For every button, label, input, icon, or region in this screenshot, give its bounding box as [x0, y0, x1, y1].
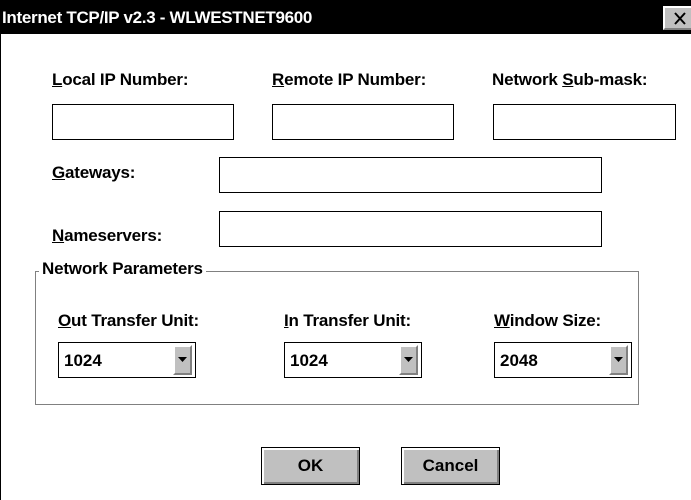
- cancel-button[interactable]: Cancel: [401, 447, 500, 485]
- subnet-mask-field[interactable]: [493, 104, 676, 140]
- close-x-icon: [674, 12, 686, 25]
- network-parameters-group: [35, 271, 639, 405]
- remote-ip-field[interactable]: [272, 104, 454, 140]
- title-bar[interactable]: Internet TCP/IP v2.3 - WLWESTNET9600: [1, 0, 691, 34]
- in-transfer-unit-select[interactable]: 1024: [284, 342, 422, 378]
- subnet-mask-label: Network Sub-mask:: [492, 70, 648, 89]
- ok-button[interactable]: OK: [261, 447, 360, 485]
- dropdown-arrow-icon: [404, 357, 413, 362]
- remote-ip-label: Remote IP Number:: [272, 70, 427, 89]
- local-ip-field[interactable]: [52, 104, 234, 140]
- window-size-value: 2048: [500, 351, 538, 370]
- dropdown-arrow-icon: [614, 357, 623, 362]
- out-transfer-unit-label: Out Transfer Unit:: [58, 311, 199, 330]
- tcpip-dialog: Internet TCP/IP v2.3 - WLWESTNET9600 Loc…: [0, 0, 691, 500]
- out-transfer-unit-value: 1024: [64, 351, 102, 370]
- nameservers-label: Nameservers:: [52, 226, 163, 245]
- in-transfer-unit-dropdown-button[interactable]: [399, 345, 418, 375]
- local-ip-label: Local IP Number:: [52, 70, 189, 89]
- window-title: Internet TCP/IP v2.3 - WLWESTNET9600: [2, 8, 313, 27]
- window-size-label: Window Size:: [494, 311, 602, 330]
- nameservers-field[interactable]: [219, 211, 602, 247]
- out-transfer-unit-select[interactable]: 1024: [58, 342, 196, 378]
- network-parameters-title: Network Parameters: [39, 259, 206, 279]
- gateways-label: Gateways:: [52, 163, 136, 182]
- close-button[interactable]: [663, 6, 691, 30]
- gateways-field[interactable]: [219, 157, 602, 193]
- in-transfer-unit-value: 1024: [290, 351, 328, 370]
- out-transfer-unit-dropdown-button[interactable]: [173, 345, 192, 375]
- window-size-select[interactable]: 2048: [494, 342, 632, 378]
- window-size-dropdown-button[interactable]: [609, 345, 628, 375]
- dropdown-arrow-icon: [178, 357, 187, 362]
- in-transfer-unit-label: In Transfer Unit:: [284, 311, 411, 330]
